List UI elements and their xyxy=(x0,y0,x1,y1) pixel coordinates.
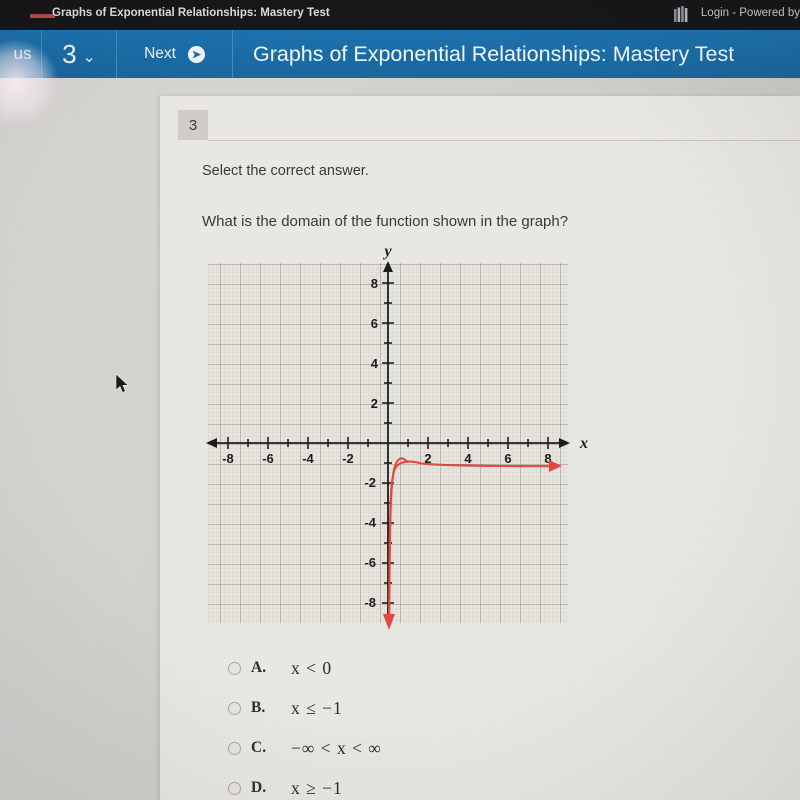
ytick-label: -8 xyxy=(364,595,376,610)
option-b[interactable]: B. x ≤ −1 xyxy=(228,688,648,728)
radio-button-a[interactable] xyxy=(228,661,241,675)
option-a[interactable]: A. x < 0 xyxy=(228,648,648,688)
question-number-badge: 3 xyxy=(178,110,208,140)
radio-button-c[interactable] xyxy=(228,741,241,755)
option-d-text: x ≥ −1 xyxy=(291,777,343,798)
option-d-letter: D. xyxy=(251,779,267,796)
option-c-text: −∞ < x < ∞ xyxy=(291,737,382,758)
xtick-label: 6 xyxy=(504,451,511,466)
x-axis-label: x xyxy=(579,435,588,452)
answer-options: A. x < 0 B. x ≤ −1 C. −∞ < x < ∞ D. x ≥ … xyxy=(228,648,648,800)
xtick-label: -4 xyxy=(302,451,314,466)
question-instruction: Select the correct answer. xyxy=(202,163,369,179)
arrow-right-circle-icon: ➤ xyxy=(187,45,205,63)
assessment-toolbar: us 3 ⌄ Next ➤ Graphs of Exponential Rela… xyxy=(0,30,800,126)
option-c[interactable]: C. −∞ < x < ∞ xyxy=(228,728,648,768)
login-powered-by-text: Login - Powered by xyxy=(700,7,800,19)
radio-button-d[interactable] xyxy=(228,781,241,795)
assessment-title: Graphs of Exponential Relationships: Mas… xyxy=(233,30,800,78)
option-b-text: x ≤ −1 xyxy=(291,697,343,718)
screenshot-root: ▬▬ Graphs of Exponential Relationships: … xyxy=(0,0,800,800)
ytick-label: -6 xyxy=(364,555,376,570)
next-button[interactable]: Next ➤ xyxy=(117,30,233,78)
option-a-text: x < 0 xyxy=(291,657,333,678)
ytick-label: 2 xyxy=(371,396,378,411)
card-divider xyxy=(208,140,800,141)
question-card: 3 Select the correct answer. What is the… xyxy=(160,96,800,800)
speaker-muted-icon: ▬▬ xyxy=(30,6,55,21)
browser-title-bar: ▬▬ Graphs of Exponential Relationships: … xyxy=(0,0,800,30)
ytick-label: -2 xyxy=(364,475,376,490)
question-selector-number: 3 xyxy=(62,38,77,69)
graph-svg: -8 -6 -4 -2 2 4 6 8 -8 -6 -4 -2 2 4 6 8 xyxy=(206,244,588,630)
assessment-title-text: Graphs of Exponential Relationships: Mas… xyxy=(253,41,735,66)
ytick-label: 4 xyxy=(371,356,379,371)
chevron-down-icon: ⌄ xyxy=(82,48,96,66)
option-a-letter: A. xyxy=(251,659,267,676)
option-b-letter: B. xyxy=(251,699,266,716)
ytick-label: 6 xyxy=(371,316,378,331)
xtick-label: -2 xyxy=(342,451,354,466)
browser-tab-title[interactable]: Graphs of Exponential Relationships: Mas… xyxy=(52,7,330,19)
xtick-label: 4 xyxy=(464,451,472,466)
option-c-letter: C. xyxy=(251,739,267,756)
question-prompt: What is the domain of the function shown… xyxy=(202,213,569,230)
ytick-label: 8 xyxy=(371,276,378,291)
y-axis-label: y xyxy=(382,244,392,260)
question-selector-dropdown[interactable]: 3 ⌄ xyxy=(42,30,117,78)
previous-button[interactable]: us xyxy=(0,30,42,78)
xtick-label: -6 xyxy=(262,451,274,466)
brand-logo-icon xyxy=(674,6,688,22)
next-label: Next xyxy=(144,45,176,62)
xtick-label: -8 xyxy=(222,451,234,466)
option-d[interactable]: D. x ≥ −1 xyxy=(228,768,648,800)
radio-button-b[interactable] xyxy=(228,701,241,715)
function-graph: -8 -6 -4 -2 2 4 6 8 -8 -6 -4 -2 2 4 6 8 xyxy=(200,244,600,634)
ytick-label: -4 xyxy=(364,515,376,530)
mouse-pointer-icon xyxy=(116,374,129,393)
previous-label: us xyxy=(13,44,32,63)
